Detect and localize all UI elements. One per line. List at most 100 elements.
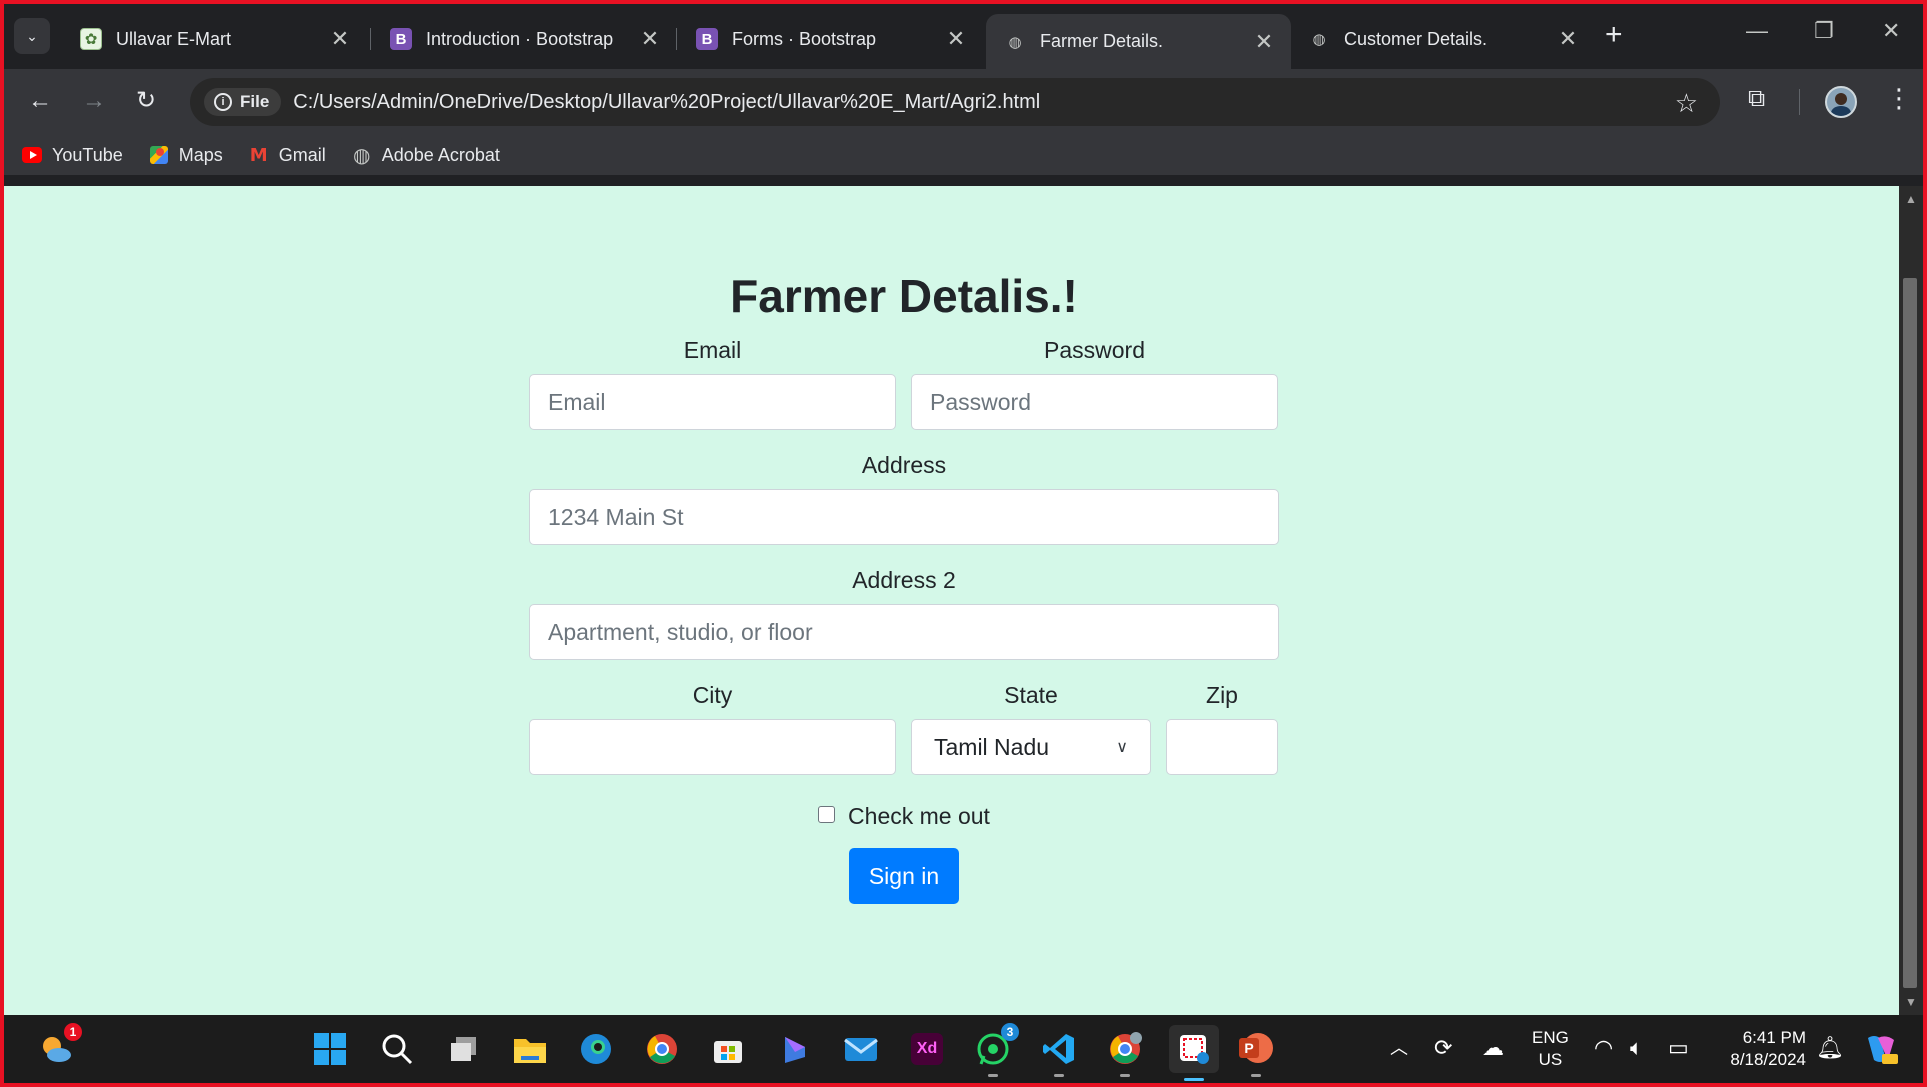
close-icon[interactable]: ✕ [1557, 26, 1579, 52]
tab-forms-bootstrap[interactable]: B Forms · Bootstrap ✕ [678, 14, 983, 64]
bookmark-maps[interactable]: Maps [149, 145, 223, 166]
zip-field[interactable] [1166, 719, 1278, 775]
tab-strip: ⌄ ✿ Ullavar E-Mart ✕ B Introduction · Bo… [4, 4, 1923, 69]
scroll-down-icon[interactable]: ▼ [1905, 995, 1917, 1009]
vscode-button[interactable] [1039, 1029, 1079, 1077]
globe-icon: ◍ [353, 144, 371, 167]
restore-button[interactable]: ❐ [1814, 18, 1834, 44]
address2-field[interactable]: Apartment, studio, or floor [529, 604, 1279, 660]
close-icon[interactable]: ✕ [329, 26, 351, 52]
address-bar[interactable]: i File C:/Users/Admin/OneDrive/Desktop/U… [190, 78, 1720, 126]
extensions-icon[interactable]: ⧉ [1748, 85, 1765, 113]
battery-icon[interactable]: ▭ [1668, 1037, 1689, 1059]
site-info-chip[interactable]: i File [204, 88, 282, 116]
sign-in-button[interactable]: Sign in [849, 848, 959, 904]
task-view-button[interactable] [444, 1029, 484, 1069]
running-indicator [1251, 1074, 1261, 1077]
tab-farmer-details[interactable]: ◍ Farmer Details. ✕ [986, 14, 1291, 69]
browser-window: ⌄ ✿ Ullavar E-Mart ✕ B Introduction · Bo… [4, 4, 1923, 1083]
folder-icon [514, 1039, 546, 1063]
page-scrollbar[interactable]: ▲ ▼ [1899, 186, 1923, 1015]
bookmark-label: YouTube [52, 144, 123, 165]
scroll-up-icon[interactable]: ▲ [1905, 192, 1917, 206]
address-field[interactable]: 1234 Main St [529, 489, 1279, 545]
notifications-bell-icon[interactable]: 🔔︎ [1816, 1037, 1844, 1059]
minimize-button[interactable]: — [1746, 18, 1768, 44]
copilot-icon [785, 1037, 805, 1063]
search-icon [382, 1034, 413, 1065]
maps-icon [149, 145, 169, 165]
chevron-down-icon: ⌄ [26, 27, 38, 44]
search-button[interactable] [377, 1029, 417, 1069]
language-indicator[interactable]: ENG US [1532, 1027, 1569, 1071]
sync-icon[interactable]: ⟳ [1434, 1037, 1452, 1059]
weather-widget[interactable]: 1 [36, 1023, 82, 1069]
check-me-out-checkbox[interactable] [818, 806, 836, 823]
password-label: Password [1044, 337, 1145, 363]
whatsapp-button[interactable]: 3 [973, 1023, 1019, 1077]
tab-introduction-bootstrap[interactable]: B Introduction · Bootstrap ✕ [372, 14, 677, 64]
forward-button[interactable]: → [82, 89, 106, 113]
copilot-button[interactable] [775, 1029, 815, 1069]
globe-icon: ◍ [1312, 31, 1326, 48]
email-placeholder: Email [548, 388, 606, 415]
bookmark-adobe-acrobat[interactable]: ◍ Adobe Acrobat [352, 144, 500, 167]
url-text[interactable]: C:/Users/Admin/OneDrive/Desktop/Ullavar%… [293, 91, 1040, 114]
close-window-button[interactable]: ✕ [1882, 18, 1900, 44]
file-explorer-button[interactable] [510, 1029, 550, 1069]
chevron-down-icon: ∨ [1116, 739, 1128, 756]
bookmark-youtube[interactable]: YouTube [22, 145, 123, 166]
chrome-profile-button[interactable] [1105, 1029, 1145, 1077]
wifi-icon[interactable]: ◠ [1594, 1037, 1613, 1059]
microsoft-store-button[interactable] [708, 1029, 748, 1069]
volume-icon[interactable]: 🔈︎ [1630, 1037, 1643, 1059]
adobe-xd-button[interactable]: Xd [907, 1029, 947, 1069]
onedrive-icon[interactable]: ☁ [1482, 1037, 1504, 1059]
close-icon[interactable]: ✕ [945, 26, 967, 52]
running-indicator [1120, 1074, 1130, 1077]
state-select[interactable]: Tamil Nadu ∨ [911, 719, 1151, 775]
browser-toolbar: ← → ↻ i File C:/Users/Admin/OneDrive/Des… [4, 69, 1923, 135]
password-field[interactable]: Password [911, 374, 1278, 430]
close-icon[interactable]: ✕ [1253, 29, 1275, 55]
chevron-up-icon[interactable]: ︿ [1390, 1037, 1408, 1059]
city-label: City [692, 682, 733, 708]
tab-customer-details[interactable]: ◍ Customer Details. ✕ [1290, 14, 1595, 64]
tab-search-button[interactable]: ⌄ [14, 18, 50, 54]
windows-icon [314, 1033, 346, 1065]
windows-taskbar: 1 Xd 3 P ︿ ⟳ ☁ ENG US ◠ 🔈︎ ▭ 6:41 PM 8/1… [4, 1015, 1923, 1083]
snipping-tool-button[interactable] [1169, 1025, 1219, 1081]
close-icon[interactable]: ✕ [639, 26, 661, 52]
tab-title: Farmer Details. [1040, 31, 1164, 51]
tab-ullavar-emart[interactable]: ✿ Ullavar E-Mart ✕ [62, 14, 367, 64]
profile-avatar[interactable] [1825, 86, 1857, 118]
bookmark-gmail[interactable]: M Gmail [249, 145, 326, 166]
snipping-tool-icon [1180, 1035, 1209, 1064]
city-field[interactable] [529, 719, 896, 775]
start-button[interactable] [310, 1029, 350, 1069]
tab-divider [370, 28, 371, 50]
notification-badge: 3 [1001, 1023, 1019, 1041]
toolbar-divider [1799, 89, 1800, 115]
mail-button[interactable] [841, 1029, 881, 1069]
clock[interactable]: 6:41 PM 8/18/2024 [1714, 1027, 1806, 1071]
youtube-icon [22, 145, 42, 165]
edge-button[interactable] [576, 1029, 616, 1069]
bookmark-star-icon[interactable]: ☆ [1675, 88, 1698, 119]
email-label: Email [683, 337, 742, 363]
region-label: US [1538, 1050, 1563, 1069]
restore-icon: ❐ [1814, 18, 1834, 43]
address2-label: Address 2 [852, 567, 956, 593]
email-field[interactable]: Email [529, 374, 896, 430]
menu-icon[interactable]: ⋮ [1886, 83, 1912, 114]
state-selected-value: Tamil Nadu [934, 733, 1050, 760]
copilot-pre-button[interactable] [1862, 1030, 1900, 1068]
chrome-button[interactable] [642, 1029, 682, 1069]
scroll-thumb[interactable] [1903, 278, 1917, 988]
reload-button[interactable]: ↻ [136, 89, 156, 113]
checkbox-label[interactable]: Check me out [848, 803, 990, 830]
new-tab-button[interactable]: + [1605, 20, 1623, 50]
back-button[interactable]: ← [28, 89, 52, 113]
powerpoint-button[interactable]: P [1236, 1029, 1276, 1077]
tab-title: Introduction · Bootstrap [426, 28, 614, 49]
